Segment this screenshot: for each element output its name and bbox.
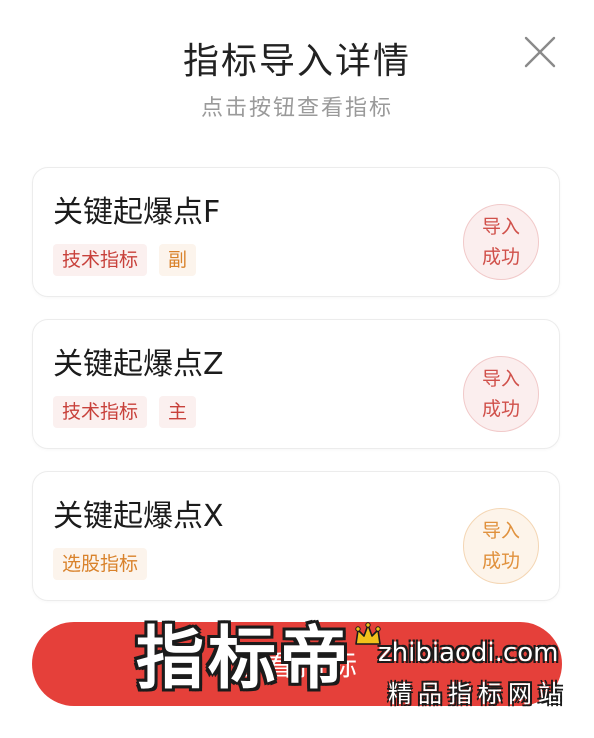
watermark-domain: zhibiaodi.com bbox=[378, 638, 559, 668]
stamp-line2: 成功 bbox=[481, 246, 520, 268]
dialog-title: 指标导入详情 bbox=[182, 41, 411, 82]
import-success-stamp: 导入 成功 bbox=[463, 508, 539, 584]
stamp-line2: 成功 bbox=[481, 398, 520, 420]
stamp-line2: 成功 bbox=[481, 550, 520, 572]
dialog-subtitle: 点击按钮查看指标 bbox=[200, 96, 393, 121]
stamp-line1: 导入 bbox=[481, 520, 520, 542]
import-details-dialog: 指标导入详情 点击按钮查看指标 关键起爆点F 技术指标 副 导入 成功 关键起爆… bbox=[0, 0, 594, 738]
tag-category: 技术指标 bbox=[53, 396, 148, 428]
indicator-card[interactable]: 关键起爆点F 技术指标 副 导入 成功 bbox=[32, 167, 560, 297]
indicator-name: 关键起爆点F bbox=[53, 195, 221, 230]
indicator-name: 关键起爆点X bbox=[53, 499, 224, 534]
indicator-name: 关键起爆点Z bbox=[53, 347, 224, 382]
watermark-logo: 指标帝 bbox=[136, 620, 353, 699]
close-icon[interactable] bbox=[520, 32, 560, 72]
watermark-slogan: 精品指标网站 bbox=[388, 680, 568, 708]
stamp-line1: 导入 bbox=[481, 216, 520, 238]
tag-category: 选股指标 bbox=[53, 548, 148, 580]
stamp-line1: 导入 bbox=[481, 368, 520, 390]
tag-category: 技术指标 bbox=[53, 244, 148, 276]
indicator-tags: 选股指标 bbox=[53, 548, 148, 580]
indicator-tags: 技术指标 副 bbox=[53, 244, 197, 276]
indicator-card[interactable]: 关键起爆点X 选股指标 导入 成功 bbox=[32, 471, 560, 601]
indicator-card[interactable]: 关键起爆点Z 技术指标 主 导入 成功 bbox=[32, 319, 560, 449]
indicator-tags: 技术指标 主 bbox=[53, 396, 197, 428]
import-success-stamp: 导入 成功 bbox=[463, 204, 539, 280]
import-success-stamp: 导入 成功 bbox=[463, 356, 539, 432]
tag-type: 副 bbox=[159, 244, 197, 276]
tag-type: 主 bbox=[159, 396, 197, 428]
